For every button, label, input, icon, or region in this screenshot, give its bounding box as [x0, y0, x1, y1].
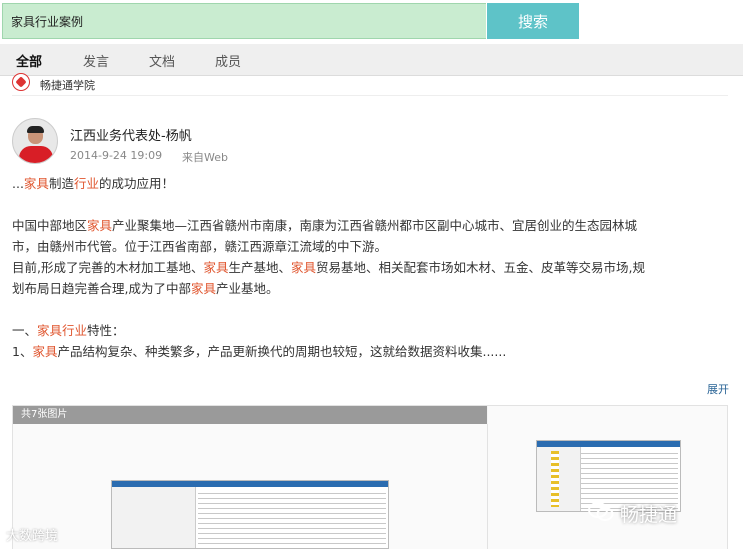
source-name[interactable]: 畅捷通学院	[40, 77, 95, 93]
post-content: ...家具制造行业的成功应用！ 中国中部地区家具产业聚集地—江西省赣州市南康，南…	[12, 173, 728, 362]
avatar[interactable]	[12, 118, 58, 164]
search-button[interactable]: 搜索	[487, 3, 579, 39]
post-source-row: 畅捷通学院	[12, 73, 728, 96]
post-via: 来自Web	[182, 151, 228, 164]
gallery-thumbnail[interactable]	[488, 406, 727, 549]
image-gallery: 共7张图片	[12, 405, 728, 549]
screenshot-thumbnail	[111, 480, 389, 549]
tab-documents[interactable]: 文档	[149, 51, 175, 70]
gallery-count: 共7张图片	[13, 406, 487, 424]
content-line: 一、家具行业特性：	[12, 323, 125, 338]
content-line: 1、家具产品结构复杂、种类繁多，产品更新换代的周期也较短，这就给数据资料收集..…	[12, 344, 507, 359]
tab-bar: 全部 发言 文档 成员	[0, 44, 743, 76]
watermark-left: 大数跨境	[6, 529, 59, 544]
content-paragraph: 中国中部地区家具产业聚集地—江西省赣州市南康，南康为江西省赣州都市区副中心城市、…	[12, 218, 638, 254]
tab-all[interactable]: 全部	[16, 51, 42, 70]
search-bar: 搜索	[0, 0, 743, 44]
tab-posts[interactable]: 发言	[83, 51, 109, 70]
tab-members[interactable]: 成员	[215, 51, 241, 70]
content-paragraph: 目前,形成了完善的木材加工基地、家具生产基地、家具贸易基地、相关配套市场如木材、…	[12, 260, 646, 296]
source-logo-icon	[12, 73, 30, 91]
post-time: 2014-9-24 19:09	[70, 149, 163, 162]
wechat-icon	[588, 502, 614, 521]
gallery-thumbnail[interactable]	[13, 424, 488, 549]
content-line: ...家具制造行业的成功应用！	[12, 176, 174, 191]
search-input[interactable]	[2, 3, 486, 39]
author-name[interactable]: 江西业务代表处-杨帆	[70, 125, 192, 144]
watermark-right: 畅捷通	[620, 504, 678, 526]
expand-link[interactable]: 展开	[707, 381, 729, 397]
